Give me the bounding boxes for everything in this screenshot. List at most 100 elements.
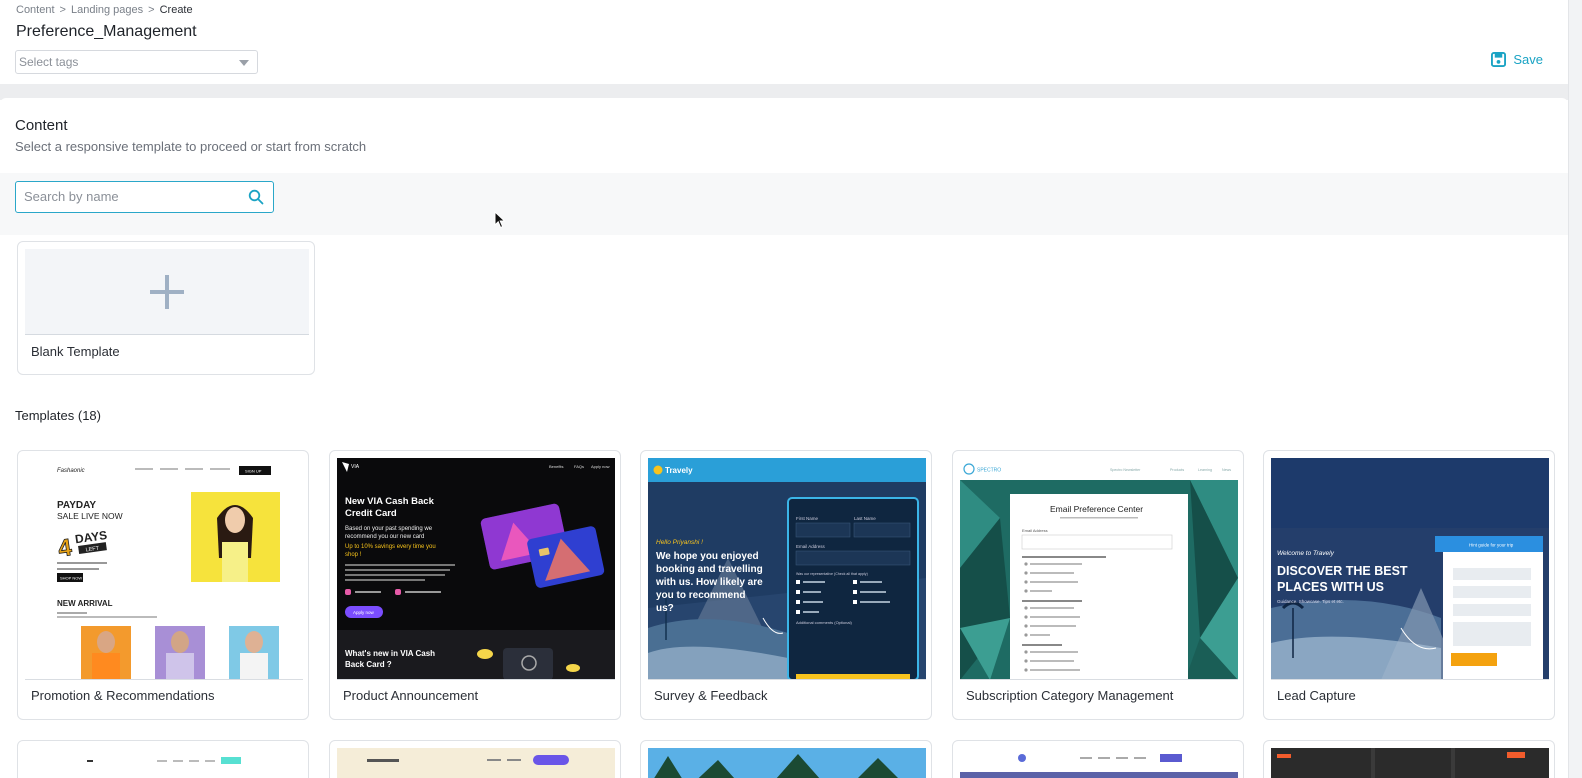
breadcrumb-separator: > bbox=[59, 4, 66, 16]
preview-text: Apply now bbox=[353, 610, 375, 615]
preview-text: with us. How likely are bbox=[655, 577, 763, 588]
scrollbar-track[interactable] bbox=[1568, 0, 1582, 778]
breadcrumb-current: Create bbox=[159, 4, 193, 16]
preview-text: DISCOVER THE BEST bbox=[1277, 564, 1408, 578]
preview-text: VIA bbox=[351, 464, 360, 470]
template-thumbnail bbox=[337, 748, 615, 778]
template-label: Survey & Feedback bbox=[654, 688, 768, 703]
preview-text: News bbox=[1222, 468, 1231, 472]
template-card[interactable] bbox=[329, 740, 621, 778]
template-card-subscription-category[interactable]: SPECTRO Spectro Newsletter Products Lear… bbox=[952, 450, 1244, 720]
preview-text: Hello Priyanshi ! bbox=[656, 539, 703, 546]
mouse-cursor-icon bbox=[494, 211, 506, 229]
page-title: Preference_Management bbox=[16, 23, 197, 40]
preview-text: Last Name bbox=[854, 516, 876, 521]
preview-text: Fashaonic bbox=[57, 468, 85, 474]
preview-text: recommend you our new card bbox=[345, 534, 424, 540]
save-button[interactable]: Save bbox=[1491, 52, 1543, 67]
preview-text: Email Preference Center bbox=[1050, 504, 1143, 514]
preview-text: First Name bbox=[796, 516, 818, 521]
preview-text: Up to 10% savings every time you bbox=[345, 544, 436, 550]
template-card-survey-feedback[interactable]: Travely Hello Priyanshi ! We hope you en… bbox=[640, 450, 932, 720]
template-thumbnail bbox=[960, 748, 1238, 778]
content-subtitle: Select a responsive template to proceed … bbox=[15, 139, 367, 154]
template-preview bbox=[648, 748, 926, 778]
preview-text: PAYDAY bbox=[57, 500, 96, 511]
preview-text: Guidance. Showcase. Tips et etc. bbox=[1277, 599, 1344, 604]
content-panel: Content Select a responsive template to … bbox=[0, 98, 1568, 778]
template-card-promotion[interactable]: Fashaonic SIGN UP PAYDAY SALE LIVE NOW 4… bbox=[17, 450, 309, 720]
subscription-preview: SPECTRO Spectro Newsletter Products Lear… bbox=[960, 458, 1238, 679]
search-input[interactable] bbox=[24, 189, 234, 204]
template-preview bbox=[960, 748, 1238, 778]
blank-template-card[interactable]: Blank Template bbox=[17, 241, 315, 375]
content-title: Content bbox=[15, 117, 68, 134]
breadcrumb-separator: > bbox=[148, 4, 155, 16]
breadcrumb: Content > Landing pages > Create bbox=[16, 4, 193, 16]
breadcrumb-content[interactable]: Content bbox=[16, 4, 55, 16]
preview-text: Apply now bbox=[591, 464, 610, 469]
preview-text: you to recommend bbox=[656, 590, 745, 601]
chevron-down-icon bbox=[239, 60, 249, 66]
preview-text: We hope you enjoyed bbox=[656, 551, 759, 562]
preview-text: Products bbox=[1170, 468, 1184, 472]
preview-text: Back Card ? bbox=[345, 660, 392, 669]
product-preview: VIA Benefits FAQs Apply now New VIA Cash… bbox=[337, 458, 615, 679]
template-card[interactable] bbox=[17, 740, 309, 778]
preview-text: Hint guide for your trip bbox=[1469, 543, 1514, 548]
template-card-lead-capture[interactable]: Welcome to Travely DISCOVER THE BEST PLA… bbox=[1263, 450, 1555, 720]
preview-text: us? bbox=[656, 603, 674, 614]
preview-text: shop ! bbox=[345, 552, 362, 558]
promotion-preview: Fashaonic SIGN UP PAYDAY SALE LIVE NOW 4… bbox=[25, 458, 303, 679]
preview-text: Travely bbox=[665, 466, 693, 475]
preview-text: SHOP NOW bbox=[60, 576, 82, 581]
preview-text: SALE LIVE NOW bbox=[57, 511, 123, 521]
preview-text: Email Address bbox=[1022, 528, 1048, 533]
templates-heading: Templates (18) bbox=[15, 408, 101, 423]
blank-template-thumbnail bbox=[25, 249, 309, 335]
template-thumbnail: SPECTRO Spectro Newsletter Products Lear… bbox=[960, 458, 1238, 680]
preview-text: booking and travelling bbox=[656, 564, 763, 575]
template-card[interactable] bbox=[952, 740, 1244, 778]
template-label: Lead Capture bbox=[1277, 688, 1356, 703]
template-preview bbox=[1271, 748, 1549, 778]
template-thumbnail bbox=[648, 748, 926, 778]
blank-template-label: Blank Template bbox=[31, 344, 120, 359]
template-label: Subscription Category Management bbox=[966, 688, 1174, 703]
preview-text: Spectro Newsletter bbox=[1110, 468, 1141, 472]
preview-text: SPECTRO bbox=[977, 468, 1001, 474]
template-label: Product Announcement bbox=[343, 688, 479, 703]
preview-text: Email Address bbox=[796, 544, 826, 549]
search-bar-area bbox=[0, 173, 1568, 235]
template-thumbnail bbox=[25, 748, 303, 778]
preview-text: What's new in VIA Cash bbox=[345, 649, 435, 658]
survey-preview: Travely Hello Priyanshi ! We hope you en… bbox=[648, 458, 926, 679]
page-header: Content > Landing pages > Create Preference_… bbox=[0, 0, 1568, 84]
preview-text: Based on your past spending we bbox=[345, 526, 433, 532]
preview-text: NEW ARRIVAL bbox=[57, 599, 113, 608]
tags-placeholder: Select tags bbox=[19, 55, 79, 69]
preview-text: Welcome to Travely bbox=[1277, 550, 1335, 557]
breadcrumb-landing-pages[interactable]: Landing pages bbox=[71, 4, 143, 16]
preview-text: PLACES WITH US bbox=[1277, 580, 1384, 594]
template-card-product-announcement[interactable]: VIA Benefits FAQs Apply now New VIA Cash… bbox=[329, 450, 621, 720]
preview-text: FAQs bbox=[574, 464, 584, 469]
preview-text: Benefits bbox=[549, 464, 563, 469]
preview-text: New VIA Cash Back bbox=[345, 496, 435, 507]
template-card[interactable] bbox=[1263, 740, 1555, 778]
save-icon bbox=[1491, 52, 1507, 67]
template-thumbnail bbox=[1271, 748, 1549, 778]
lead-capture-preview: Welcome to Travely DISCOVER THE BEST PLA… bbox=[1271, 458, 1549, 679]
template-thumbnail: Fashaonic SIGN UP PAYDAY SALE LIVE NOW 4… bbox=[25, 458, 303, 680]
preview-text: Additional comments (Optional) bbox=[796, 620, 852, 625]
search-icon[interactable] bbox=[248, 189, 264, 205]
tags-select[interactable]: Select tags bbox=[15, 50, 258, 74]
preview-text: SIGN UP bbox=[245, 469, 262, 474]
preview-text: Credit Card bbox=[345, 508, 397, 519]
template-card[interactable] bbox=[640, 740, 932, 778]
preview-text: Was our representative (Check all that a… bbox=[796, 572, 868, 576]
template-preview bbox=[337, 748, 615, 778]
search-field[interactable] bbox=[15, 181, 274, 213]
template-label: Promotion & Recommendations bbox=[31, 688, 215, 703]
template-thumbnail: VIA Benefits FAQs Apply now New VIA Cash… bbox=[337, 458, 615, 680]
